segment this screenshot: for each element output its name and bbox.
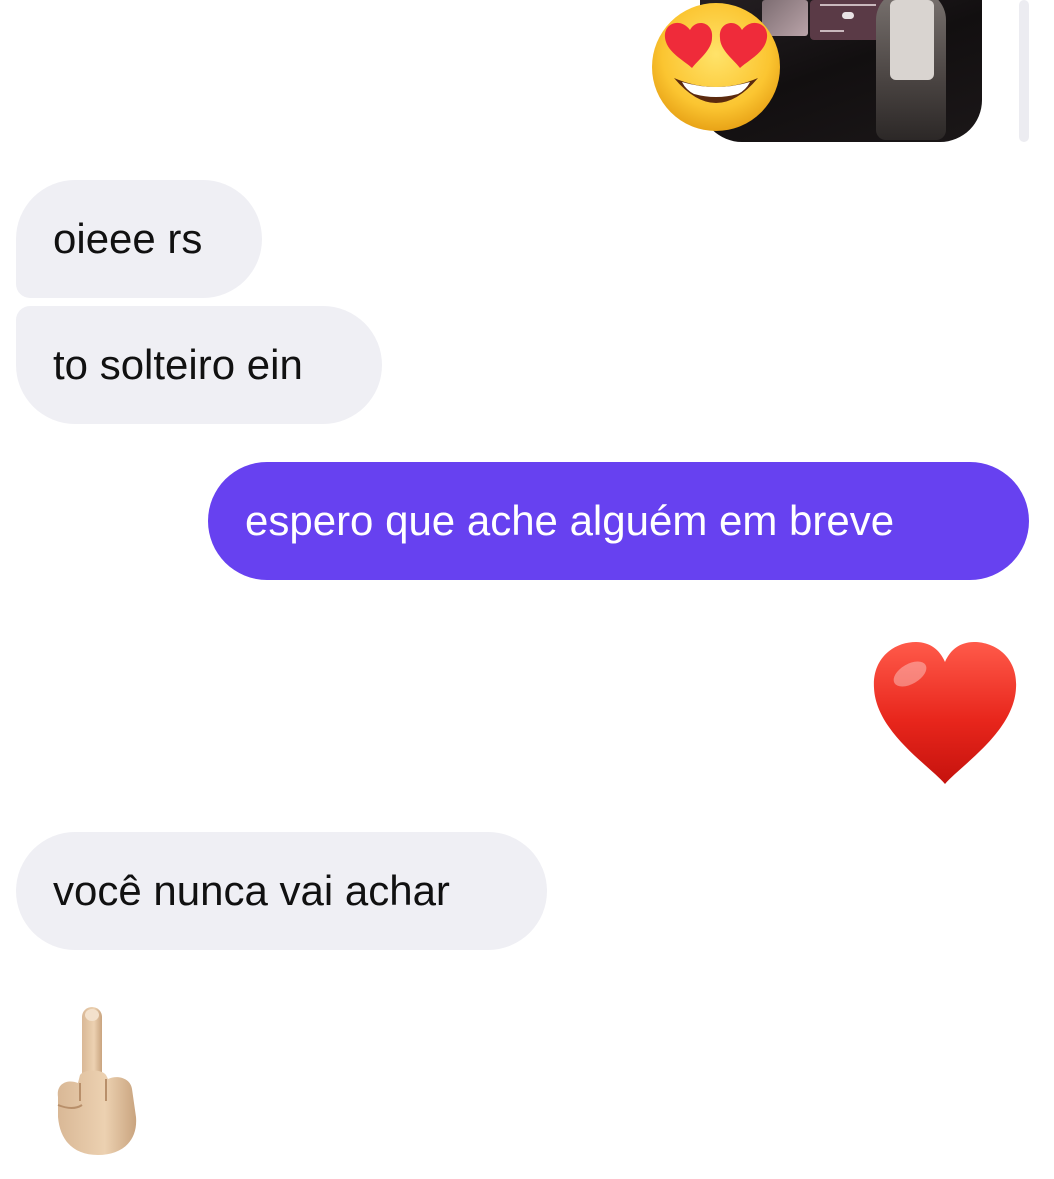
outgoing-message-bubble[interactable]: espero que ache alguém em breve — [208, 462, 1029, 580]
photo-detail-line — [820, 30, 844, 32]
incoming-message-bubble[interactable]: to solteiro ein — [16, 306, 382, 424]
photo-detail-line — [820, 4, 876, 6]
photo-detail-toggle — [842, 12, 854, 19]
photo-detail-card — [810, 0, 886, 40]
incoming-message-bubble[interactable]: você nunca vai achar — [16, 832, 547, 950]
red-heart-icon[interactable] — [870, 640, 1020, 786]
incoming-message-bubble[interactable]: oieee rs — [16, 180, 262, 298]
chat-thread: oieee rs to solteiro ein espero que ache… — [0, 0, 1054, 1179]
heart-eyes-emoji-icon — [652, 3, 780, 131]
middle-finger-icon[interactable] — [50, 1005, 142, 1157]
photo-person-shirt — [890, 0, 934, 80]
scrollbar[interactable] — [1019, 0, 1029, 142]
